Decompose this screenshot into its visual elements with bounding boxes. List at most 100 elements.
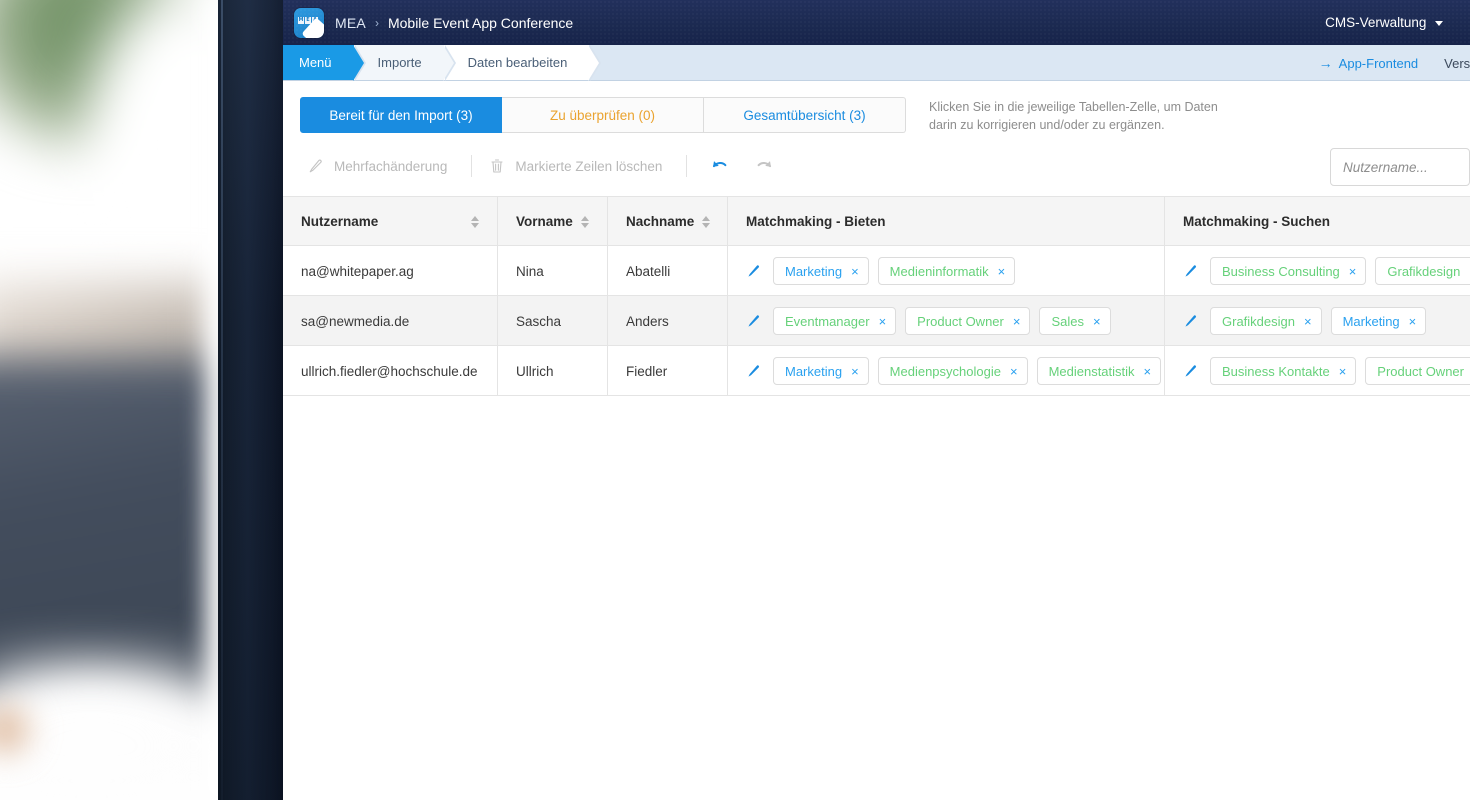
table-empty-area xyxy=(283,396,1470,797)
sort-toggle-vorname[interactable] xyxy=(581,215,589,228)
column-header-nutzername[interactable]: Nutzername xyxy=(283,197,498,247)
tag-chip[interactable]: Grafikdesign × xyxy=(1210,307,1322,336)
tag-remove-icon[interactable]: × xyxy=(851,365,859,378)
hint-line-1: Klicken Sie in die jeweilige Tabellen-Ze… xyxy=(929,100,1218,114)
cell-username[interactable]: ullrich.fiedler@hochschule.de xyxy=(283,346,498,397)
table-header-row: Nutzername Vorname Nachname Matchmaking … xyxy=(283,197,1470,247)
tag-remove-icon[interactable]: × xyxy=(1093,315,1101,328)
cell-firstname[interactable]: Sascha xyxy=(498,296,608,347)
cell-matchmaking-bieten[interactable]: Eventmanager × Product Owner × Sales × xyxy=(728,296,1165,347)
edit-pencil-icon[interactable] xyxy=(1183,314,1198,329)
tag-label: Medieninformatik xyxy=(889,263,989,279)
tag-list: Marketing × Medieninformatik × xyxy=(773,257,1016,286)
delete-rows-label: Markierte Zeilen löschen xyxy=(515,158,663,174)
cms-verwaltung-menu[interactable]: CMS-Verwaltung xyxy=(1317,9,1451,36)
tag-remove-icon[interactable]: × xyxy=(1304,315,1312,328)
tag-remove-icon[interactable]: × xyxy=(1144,365,1152,378)
tag-chip[interactable]: Marketing × xyxy=(773,257,869,286)
tag-remove-icon[interactable]: × xyxy=(1409,315,1417,328)
tag-chip[interactable]: Medienstatistik × xyxy=(1036,357,1162,386)
table-toolbar: Mehrfachänderung Markierte Zeilen lösche… xyxy=(283,134,1470,196)
tag-remove-icon[interactable]: × xyxy=(879,315,887,328)
cell-lastname[interactable]: Fiedler xyxy=(608,346,728,397)
table-row[interactable]: ullrich.fiedler@hochschule.de Ullrich Fi… xyxy=(283,346,1470,397)
cell-username-value: sa@newmedia.de xyxy=(301,313,410,329)
tab-zu-ueberpruefen[interactable]: Zu überprüfen (0) xyxy=(502,97,704,133)
cms-verwaltung-label: CMS-Verwaltung xyxy=(1325,15,1427,30)
tag-remove-icon[interactable]: × xyxy=(851,265,859,278)
tag-label: Eventmanager xyxy=(785,313,870,329)
cell-matchmaking-suchen[interactable]: Business Consulting × Grafikdesign × xyxy=(1165,246,1470,296)
column-header-vorname[interactable]: Vorname xyxy=(498,197,608,247)
tag-chip[interactable]: Grafikdesign × xyxy=(1375,257,1470,286)
tag-remove-icon[interactable]: × xyxy=(998,265,1006,278)
breadcrumb-chevron-icon: › xyxy=(374,15,379,30)
tag-label: Medienpsychologie xyxy=(889,363,1001,379)
tag-chip[interactable]: Marketing × xyxy=(773,357,869,386)
tag-label: Business Consulting xyxy=(1222,263,1340,279)
column-header-matchmaking-suchen: Matchmaking - Suchen xyxy=(1165,197,1470,246)
tag-remove-icon[interactable]: × xyxy=(1339,365,1347,378)
tag-chip[interactable]: Sales × xyxy=(1039,307,1111,336)
tag-remove-icon[interactable]: × xyxy=(1010,365,1018,378)
edit-pencil-icon[interactable] xyxy=(1183,264,1198,279)
edit-pencil-icon[interactable] xyxy=(746,314,761,329)
tag-chip[interactable]: Product Owner × xyxy=(1365,357,1470,386)
tag-chip[interactable]: Eventmanager × xyxy=(773,307,897,336)
edit-pencil-icon[interactable] xyxy=(746,264,761,279)
tag-list: Business Kontakte × Product Owner × xyxy=(1210,357,1470,386)
cell-username[interactable]: na@whitepaper.ag xyxy=(283,246,498,297)
column-header-nachname[interactable]: Nachname xyxy=(608,197,728,247)
cell-lastname[interactable]: Anders xyxy=(608,296,728,347)
sort-toggle-nachname[interactable] xyxy=(702,215,711,228)
tag-label: Medienstatistik xyxy=(1048,363,1135,379)
table-row[interactable]: sa@newmedia.de Sascha Anders Eventmanage… xyxy=(283,296,1470,347)
cell-matchmaking-bieten[interactable]: Marketing × Medienpsychologie × Medienst… xyxy=(728,346,1165,397)
column-header-nutzername-label: Nutzername xyxy=(301,214,379,230)
edit-pencil-icon[interactable] xyxy=(1183,364,1198,379)
tab-bereit-fuer-den-import[interactable]: Bereit für den Import (3) xyxy=(300,97,502,133)
application-window: MEA MEA › Mobile Event App Conference CM… xyxy=(283,0,1470,800)
search-input[interactable] xyxy=(1330,148,1470,187)
mea-logo-icon[interactable]: MEA xyxy=(294,7,324,38)
table-row[interactable]: na@whitepaper.ag Nina Abatelli Marketing… xyxy=(283,246,1470,297)
cell-lastname-value: Anders xyxy=(626,313,669,329)
cell-matchmaking-suchen[interactable]: Business Kontakte × Product Owner × xyxy=(1165,346,1470,396)
tag-chip[interactable]: Product Owner × xyxy=(905,307,1031,336)
undo-button[interactable] xyxy=(697,157,742,176)
tag-remove-icon[interactable]: × xyxy=(1349,265,1357,278)
blurred-photo-background xyxy=(0,0,222,800)
brand-name: MEA xyxy=(335,14,366,31)
breadcrumb-item-menu-label: Menü xyxy=(299,55,332,70)
cell-firstname-value: Sascha xyxy=(516,313,562,329)
tag-list: Business Consulting × Grafikdesign × xyxy=(1210,257,1470,286)
tag-chip[interactable]: Marketing × xyxy=(1330,307,1427,336)
breadcrumb-item-menu[interactable]: Menü xyxy=(283,45,365,81)
multi-edit-button[interactable]: Mehrfachänderung xyxy=(300,159,461,174)
cell-firstname[interactable]: Nina xyxy=(498,246,608,297)
cell-username-value: ullrich.fiedler@hochschule.de xyxy=(301,363,478,379)
edit-pencil-icon[interactable] xyxy=(746,364,761,379)
tag-chip[interactable]: Business Kontakte × xyxy=(1210,357,1357,386)
cell-matchmaking-suchen[interactable]: Grafikdesign × Marketing × xyxy=(1165,296,1470,346)
breadcrumb-item-daten-bearbeiten[interactable]: Daten bearbeiten xyxy=(443,45,602,81)
sort-toggle-nutzername[interactable] xyxy=(471,215,479,228)
tab-gesamtuebersicht[interactable]: Gesamtübersicht (3) xyxy=(704,97,906,133)
cell-lastname-value: Fiedler xyxy=(626,363,668,379)
chevron-down-icon xyxy=(1435,20,1444,26)
cell-firstname[interactable]: Ullrich xyxy=(498,346,608,397)
breadcrumb-item-importe[interactable]: Importe xyxy=(353,45,456,81)
tag-chip[interactable]: Medienpsychologie × xyxy=(877,357,1028,386)
screenshot-stage: MEA MEA › Mobile Event App Conference CM… xyxy=(0,0,1470,800)
cell-matchmaking-bieten[interactable]: Marketing × Medieninformatik × xyxy=(728,246,1165,297)
redo-button[interactable] xyxy=(742,157,787,176)
app-frontend-link[interactable]: → App-Frontend xyxy=(1319,55,1419,71)
column-header-matchmaking-bieten: Matchmaking - Bieten xyxy=(728,197,1165,247)
tag-chip[interactable]: Business Consulting × xyxy=(1210,257,1367,286)
tag-remove-icon[interactable]: × xyxy=(1013,315,1021,328)
cell-username[interactable]: sa@newmedia.de xyxy=(283,296,498,347)
tag-chip[interactable]: Medieninformatik × xyxy=(877,257,1016,286)
delete-rows-button[interactable]: Markierte Zeilen löschen xyxy=(482,158,676,174)
tab-row: Bereit für den Import (3) Zu überprüfen … xyxy=(283,81,1470,134)
cell-lastname[interactable]: Abatelli xyxy=(608,246,728,297)
